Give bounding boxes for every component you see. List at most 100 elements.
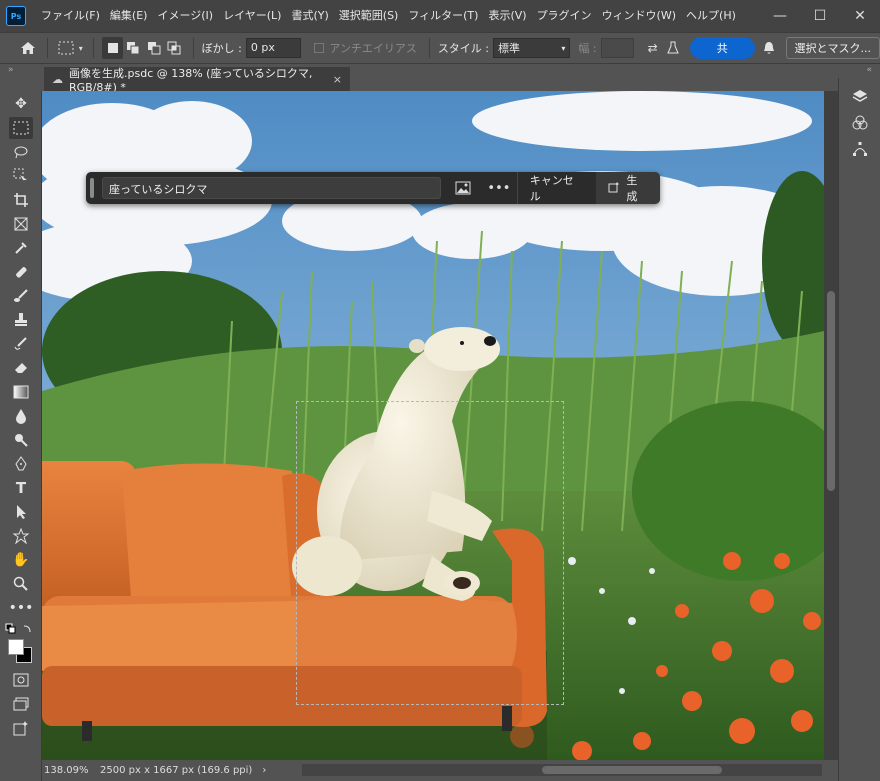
zoom-level[interactable]: 138.09% xyxy=(44,765,100,776)
document-tab-title: 画像を生成.psdc @ 138% (座っているシロクマ, RGB/8#) * xyxy=(69,66,313,94)
document-tab[interactable]: ☁ 画像を生成.psdc @ 138% (座っているシロクマ, RGB/8#) … xyxy=(44,66,350,94)
more-tools-icon[interactable]: ••• xyxy=(9,597,34,619)
rect-marquee-preset-icon[interactable] xyxy=(56,37,77,59)
hand-tool-icon[interactable]: ✋ xyxy=(9,549,33,571)
intersect-selection-icon[interactable] xyxy=(164,37,185,59)
menu-file[interactable]: ファイル(F) xyxy=(36,0,105,32)
new-selection-icon[interactable] xyxy=(102,37,123,59)
generate-prompt-input[interactable]: 座っているシロクマ xyxy=(101,177,442,199)
menu-help[interactable]: ヘルプ(H) xyxy=(681,0,741,32)
divider xyxy=(192,38,194,58)
menu-type[interactable]: 書式(Y) xyxy=(286,0,333,32)
photoshop-logo: Ps xyxy=(6,6,26,26)
move-tool-icon[interactable]: ✥ xyxy=(9,93,33,115)
right-panel-dock xyxy=(838,78,880,781)
shape-tool-icon[interactable] xyxy=(9,525,33,547)
menu-view[interactable]: 表示(V) xyxy=(483,0,531,32)
default-colors-icon[interactable] xyxy=(4,619,34,641)
chevron-down-icon: ▾ xyxy=(561,43,566,53)
chevron-down-icon[interactable]: ▾ xyxy=(76,37,85,59)
share-button[interactable]: 共 xyxy=(689,37,755,59)
more-options-button[interactable]: ••• xyxy=(481,181,517,196)
menu-filter[interactable]: フィルター(T) xyxy=(403,0,483,32)
selection-marquee[interactable] xyxy=(296,401,564,705)
vertical-scrollbar[interactable] xyxy=(824,91,838,760)
generate-icon xyxy=(608,181,620,196)
foreground-color-swatch[interactable] xyxy=(8,639,24,655)
history-brush-tool-icon[interactable] xyxy=(9,333,33,355)
antialias-checkbox[interactable] xyxy=(309,37,330,59)
horizontal-scrollbar[interactable] xyxy=(302,764,822,776)
pen-tool-icon[interactable] xyxy=(9,453,33,475)
object-selection-tool-icon[interactable] xyxy=(9,165,33,187)
screen-mode-icon[interactable] xyxy=(9,693,33,715)
generate-button[interactable]: 生成 xyxy=(596,172,661,204)
blur-tool-icon[interactable] xyxy=(9,405,33,427)
status-menu-arrow[interactable]: › xyxy=(262,765,266,776)
cloud-document-icon: ☁ xyxy=(52,72,63,86)
divider xyxy=(46,38,48,58)
style-select[interactable]: 標準 ▾ xyxy=(493,38,571,58)
menu-plugins[interactable]: プラグイン xyxy=(532,0,597,32)
rect-marquee-tool-icon[interactable] xyxy=(9,117,33,139)
add-to-selection-icon[interactable] xyxy=(123,37,144,59)
path-selection-tool-icon[interactable] xyxy=(9,501,33,523)
generative-icon[interactable] xyxy=(9,717,33,739)
layers-icon[interactable] xyxy=(848,86,872,108)
horizontal-scroll-thumb[interactable] xyxy=(542,766,722,774)
quick-mask-icon[interactable] xyxy=(9,669,33,691)
vertical-scroll-thumb[interactable] xyxy=(827,291,835,491)
style-label: スタイル : xyxy=(437,42,490,55)
generate-label: 生成 xyxy=(626,174,638,203)
menu-select[interactable]: 選択範囲(S) xyxy=(334,0,404,32)
taskbar-drag-handle[interactable] xyxy=(90,178,94,198)
eraser-tool-icon[interactable] xyxy=(9,357,33,379)
cancel-button[interactable]: キャンセル xyxy=(518,172,597,204)
minimize-button[interactable]: — xyxy=(760,0,800,32)
width-input[interactable] xyxy=(600,38,635,58)
clone-stamp-tool-icon[interactable] xyxy=(9,309,33,331)
collapse-panels-icon[interactable]: « xyxy=(866,65,872,75)
divider xyxy=(93,38,95,58)
select-and-mask-button[interactable]: 選択とマスク... xyxy=(785,37,880,59)
menu-image[interactable]: イメージ(I) xyxy=(152,0,218,32)
options-bar: ▾ ぼかし : 0 px アンチエイリアス スタイル : 標準 ▾ 幅 : ⇄ … xyxy=(0,32,880,64)
reference-image-icon[interactable] xyxy=(445,181,481,195)
window-controls: — ☐ ✕ xyxy=(760,0,880,32)
eyedropper-tool-icon[interactable] xyxy=(9,237,33,259)
zoom-tool-icon[interactable] xyxy=(9,573,33,595)
menu-edit[interactable]: 編集(E) xyxy=(105,0,153,32)
width-label: 幅 : xyxy=(578,42,597,55)
menu-window[interactable]: ウィンドウ(W) xyxy=(597,0,681,32)
flask-icon[interactable] xyxy=(663,37,684,59)
lasso-tool-icon[interactable] xyxy=(9,141,33,163)
status-bar: 138.09% 2500 px x 1667 px (169.6 ppi) › xyxy=(42,760,838,781)
subtract-from-selection-icon[interactable] xyxy=(144,37,165,59)
close-window-button[interactable]: ✕ xyxy=(840,0,880,32)
bell-icon[interactable] xyxy=(759,37,780,59)
frame-tool-icon[interactable] xyxy=(9,213,33,235)
collapse-toolbar-icon[interactable]: » xyxy=(8,65,14,75)
divider xyxy=(428,38,430,58)
antialias-label: アンチエイリアス xyxy=(329,42,417,55)
type-tool-icon[interactable]: T xyxy=(9,477,33,499)
menu-layer[interactable]: レイヤー(L) xyxy=(218,0,286,32)
contextual-taskbar: 座っているシロクマ ••• キャンセル 生成 xyxy=(86,172,661,204)
dodge-tool-icon[interactable] xyxy=(9,429,33,451)
brush-tool-icon[interactable] xyxy=(9,285,33,307)
maximize-button[interactable]: ☐ xyxy=(800,0,840,32)
gradient-tool-icon[interactable] xyxy=(9,381,33,403)
style-value: 標準 xyxy=(498,42,521,55)
paths-icon[interactable] xyxy=(848,138,872,160)
healing-brush-tool-icon[interactable] xyxy=(9,261,33,283)
color-swatches[interactable] xyxy=(8,639,34,665)
document-info: 2500 px x 1667 px (169.6 ppi) xyxy=(100,765,253,776)
swap-icon[interactable]: ⇄ xyxy=(642,37,663,59)
feather-label: ぼかし : xyxy=(201,42,242,55)
crop-tool-icon[interactable] xyxy=(9,189,33,211)
tools-panel: ✥ T ✋ ••• xyxy=(0,91,42,781)
feather-input[interactable]: 0 px xyxy=(245,38,301,58)
home-icon[interactable] xyxy=(18,37,39,59)
close-tab-button[interactable]: × xyxy=(333,73,342,86)
channels-icon[interactable] xyxy=(848,112,872,134)
